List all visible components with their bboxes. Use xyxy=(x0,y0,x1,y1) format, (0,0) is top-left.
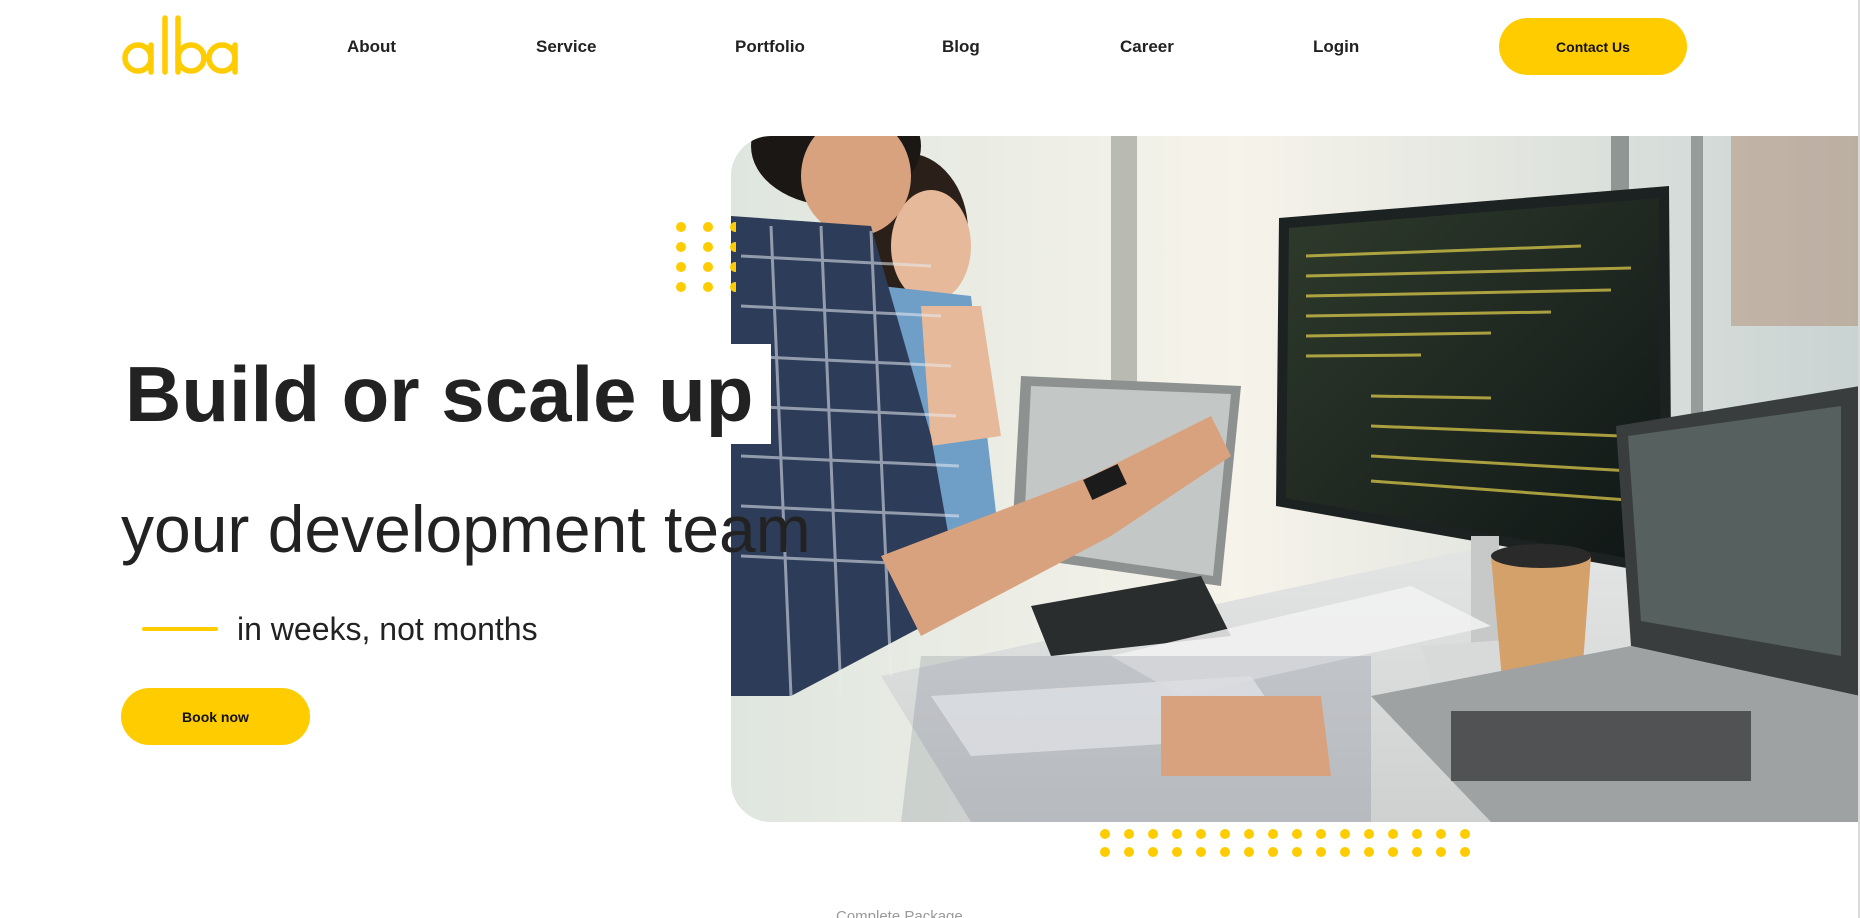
decorative-dot xyxy=(1436,847,1446,857)
decorative-dot xyxy=(1196,829,1206,839)
decorative-dot xyxy=(1124,847,1134,857)
decorative-dot xyxy=(703,222,713,232)
decorative-dot xyxy=(703,282,713,292)
hero-title: Build or scale up xyxy=(125,350,754,438)
decorative-dot xyxy=(1220,847,1230,857)
decorative-dot xyxy=(703,242,713,252)
decorative-dot xyxy=(676,222,686,232)
decorative-dot xyxy=(1100,847,1110,857)
alba-logo[interactable] xyxy=(121,14,249,76)
decorative-dot xyxy=(1364,847,1374,857)
nav-login[interactable]: Login xyxy=(1313,37,1359,57)
next-section-label: Complete Package xyxy=(836,908,963,918)
decorative-dot xyxy=(676,262,686,272)
decorative-dot xyxy=(1412,847,1422,857)
decorative-dot xyxy=(730,262,736,272)
developers-at-computer-photo xyxy=(731,136,1860,822)
decorative-dot xyxy=(1292,847,1302,857)
decorative-dot xyxy=(1316,829,1326,839)
decorative-dot xyxy=(703,262,713,272)
decorative-dot xyxy=(1220,829,1230,839)
decorative-dot xyxy=(1388,847,1398,857)
decorative-dot xyxy=(1100,829,1110,839)
decorative-dot xyxy=(1124,829,1134,839)
alba-logo-mark xyxy=(122,15,238,75)
book-now-button[interactable]: Book now xyxy=(121,688,310,745)
decorative-dot xyxy=(1460,847,1470,857)
dot-pattern-top xyxy=(676,222,736,292)
decorative-dot xyxy=(1172,847,1182,857)
decorative-dot xyxy=(1436,829,1446,839)
decorative-dot xyxy=(676,242,686,252)
site-header: About Service Portfolio Blog Career Logi… xyxy=(0,0,1860,92)
decorative-dot xyxy=(1412,829,1422,839)
decorative-dot xyxy=(730,282,736,292)
nav-career[interactable]: Career xyxy=(1120,37,1174,57)
decorative-dot xyxy=(1244,829,1254,839)
dot-pattern-bottom xyxy=(1100,829,1480,859)
hero-tagline: in weeks, not months xyxy=(237,611,538,647)
hero-subtitle: your development team xyxy=(121,492,811,566)
decorative-dot xyxy=(1340,829,1350,839)
hero-title-wrap: Build or scale up xyxy=(121,344,772,444)
nav-blog[interactable]: Blog xyxy=(942,37,980,57)
decorative-dot xyxy=(1460,829,1470,839)
decorative-dot xyxy=(730,222,736,232)
decorative-dot xyxy=(730,242,736,252)
hero-photo xyxy=(731,136,1860,822)
decorative-dot xyxy=(1148,847,1158,857)
decorative-dot xyxy=(1364,829,1374,839)
contact-us-button[interactable]: Contact Us xyxy=(1499,18,1687,75)
nav-portfolio[interactable]: Portfolio xyxy=(735,37,805,57)
nav-about[interactable]: About xyxy=(347,37,396,57)
decorative-dot xyxy=(1196,847,1206,857)
nav-service[interactable]: Service xyxy=(536,37,597,57)
decorative-dot xyxy=(1268,847,1278,857)
decorative-dot xyxy=(676,282,686,292)
decorative-dot xyxy=(1316,847,1326,857)
tagline-accent-line xyxy=(142,627,218,631)
decorative-dot xyxy=(1340,847,1350,857)
decorative-dot xyxy=(1172,829,1182,839)
decorative-dot xyxy=(1244,847,1254,857)
decorative-dot xyxy=(1292,829,1302,839)
decorative-dot xyxy=(1388,829,1398,839)
decorative-dot xyxy=(1148,829,1158,839)
decorative-dot xyxy=(1268,829,1278,839)
